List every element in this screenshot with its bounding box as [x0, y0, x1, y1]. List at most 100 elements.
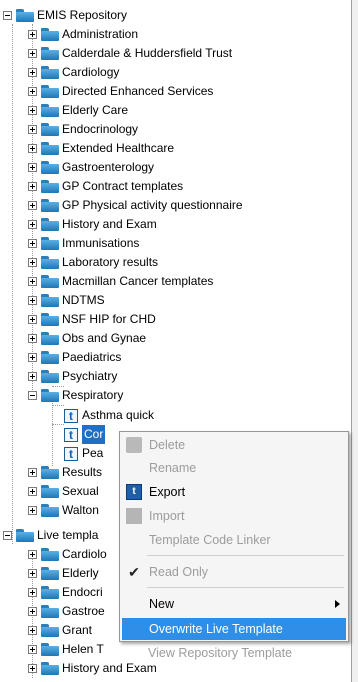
- expand-icon[interactable]: [28, 49, 37, 58]
- folder-icon: [41, 256, 59, 269]
- tree-node-folder[interactable]: Macmillan Cancer templates: [28, 272, 213, 291]
- menu-item-template-code-linker[interactable]: Template Code Linker: [122, 529, 346, 551]
- menu-item-rename[interactable]: Rename: [122, 457, 346, 479]
- template-t-icon: t: [64, 408, 78, 423]
- folder-icon: [41, 548, 59, 561]
- tree-node-folder[interactable]: Laboratory results: [28, 253, 158, 272]
- expand-icon[interactable]: [28, 220, 37, 229]
- vertical-scrollbar[interactable]: [352, 0, 358, 682]
- expand-icon[interactable]: [28, 487, 37, 496]
- tree-node-emis-repository[interactable]: EMIS Repository: [3, 6, 127, 25]
- folder-icon: [41, 47, 59, 60]
- menu-item-view-repository-template[interactable]: View Repository Template: [121, 642, 345, 664]
- menu-item-new[interactable]: New: [122, 593, 346, 615]
- expand-icon[interactable]: [28, 144, 37, 153]
- delete-icon: [126, 437, 142, 453]
- tree-node-folder[interactable]: Results: [28, 463, 102, 482]
- menu-item-import[interactable]: Import: [122, 505, 346, 527]
- collapse-icon[interactable]: [3, 531, 12, 540]
- tree-node-folder[interactable]: Endocri: [28, 583, 103, 602]
- tree-node-folder[interactable]: Cardiology: [28, 63, 119, 82]
- tree-node-template[interactable]: t Pea: [64, 444, 103, 463]
- tree-node-folder[interactable]: Cardiolo: [28, 545, 107, 564]
- expand-icon[interactable]: [28, 645, 37, 654]
- expand-icon[interactable]: [28, 201, 37, 210]
- expand-icon[interactable]: [28, 239, 37, 248]
- expand-icon[interactable]: [28, 30, 37, 39]
- tree-node-folder[interactable]: Elderly Care: [28, 101, 128, 120]
- expand-icon[interactable]: [28, 68, 37, 77]
- tree-node-folder[interactable]: Obs and Gynae: [28, 329, 146, 348]
- expand-icon[interactable]: [28, 87, 37, 96]
- tree-node-folder[interactable]: NSF HIP for CHD: [28, 310, 156, 329]
- tree-node-template-selected[interactable]: t Cor: [64, 425, 106, 444]
- expand-icon[interactable]: [28, 277, 37, 286]
- tree-node-folder[interactable]: History and Exam: [28, 215, 157, 234]
- expand-icon[interactable]: [28, 296, 37, 305]
- folder-icon: [41, 275, 59, 288]
- tree-node-folder[interactable]: Helen T: [28, 640, 104, 659]
- expand-icon[interactable]: [28, 550, 37, 559]
- folder-icon: [41, 332, 59, 345]
- expand-icon[interactable]: [28, 125, 37, 134]
- collapse-icon[interactable]: [3, 11, 12, 20]
- tree-node-live-templates[interactable]: Live templa: [3, 526, 98, 545]
- folder-icon: [16, 9, 34, 22]
- template-t-icon: t: [64, 427, 78, 442]
- tree-node-folder[interactable]: Walton: [28, 501, 99, 520]
- folder-icon: [41, 85, 59, 98]
- folder-icon: [41, 466, 59, 479]
- tree-node-folder[interactable]: Directed Enhanced Services: [28, 82, 213, 101]
- tree-node-folder[interactable]: Gastroe: [28, 602, 105, 621]
- menu-separator: [147, 555, 344, 556]
- folder-icon: [41, 104, 59, 117]
- expand-icon[interactable]: [28, 664, 37, 673]
- expand-icon[interactable]: [28, 607, 37, 616]
- tree-node-folder[interactable]: Elderly: [28, 564, 99, 583]
- folder-icon: [41, 294, 59, 307]
- folder-icon: [41, 370, 59, 383]
- tree-node-template[interactable]: t Asthma quick: [64, 406, 154, 425]
- expand-icon[interactable]: [28, 258, 37, 267]
- expand-icon[interactable]: [28, 163, 37, 172]
- menu-item-read-only[interactable]: ✔ Read Only: [122, 561, 346, 583]
- expand-icon[interactable]: [28, 315, 37, 324]
- tree-node-folder[interactable]: NDTMS: [28, 291, 105, 310]
- import-icon: [126, 508, 142, 524]
- tree-node-folder[interactable]: Extended Healthcare: [28, 139, 174, 158]
- expand-icon[interactable]: [28, 106, 37, 115]
- tree-node-folder[interactable]: Immunisations: [28, 234, 139, 253]
- template-t-icon: t: [64, 446, 78, 461]
- menu-item-delete[interactable]: Delete: [122, 434, 346, 456]
- collapse-icon[interactable]: [28, 391, 37, 400]
- expand-icon[interactable]: [28, 334, 37, 343]
- folder-icon: [41, 351, 59, 364]
- tree-node-folder[interactable]: Gastroenterology: [28, 158, 154, 177]
- expand-icon[interactable]: [28, 468, 37, 477]
- expand-icon[interactable]: [28, 626, 37, 635]
- expand-icon[interactable]: [28, 588, 37, 597]
- expand-icon[interactable]: [28, 506, 37, 515]
- folder-icon: [41, 142, 59, 155]
- expand-icon[interactable]: [28, 569, 37, 578]
- tree-node-folder[interactable]: Administration: [28, 25, 138, 44]
- tree-node-folder[interactable]: GP Contract templates: [28, 177, 183, 196]
- menu-separator: [147, 587, 344, 588]
- folder-icon: [41, 313, 59, 326]
- tree-node-folder[interactable]: Endocrinology: [28, 120, 138, 139]
- tree-node-folder[interactable]: Paediatrics: [28, 348, 121, 367]
- tree-node-folder[interactable]: Sexual: [28, 482, 99, 501]
- tree-node-folder[interactable]: GP Physical activity questionnaire: [28, 196, 243, 215]
- menu-item-overwrite-live-template[interactable]: Overwrite Live Template: [122, 618, 346, 640]
- expand-icon[interactable]: [28, 182, 37, 191]
- tree-node-folder[interactable]: Calderdale & Huddersfield Trust: [28, 44, 232, 63]
- folder-icon: [41, 485, 59, 498]
- expand-icon[interactable]: [28, 353, 37, 362]
- tree-node-folder[interactable]: Psychiatry: [28, 367, 117, 386]
- tree-node-respiratory[interactable]: Respiratory: [28, 386, 123, 405]
- tree-node-folder[interactable]: Grant: [28, 621, 92, 640]
- context-menu: Delete Rename t Export Import Template C…: [119, 431, 349, 642]
- expand-icon[interactable]: [28, 372, 37, 381]
- menu-item-export[interactable]: t Export: [122, 481, 346, 503]
- folder-icon: [41, 199, 59, 212]
